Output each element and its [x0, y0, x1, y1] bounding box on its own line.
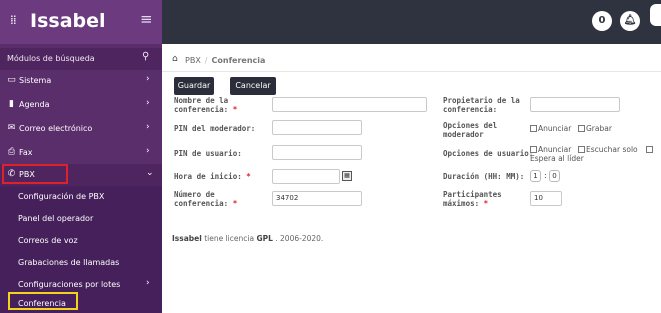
search-icon[interactable]: ⚲ [142, 51, 149, 62]
conferencia-highlight-box [8, 292, 78, 310]
duration-label: Duración (HH: MM): [443, 172, 525, 181]
top-bar: 0 🔔︎ [162, 0, 661, 44]
sidebar-subitem-label: Panel del operador [18, 214, 94, 223]
info-badge-count: 0 [598, 15, 606, 26]
owner-input[interactable] [530, 97, 620, 112]
chevron-down-icon: ⌄ [146, 168, 154, 178]
conf-name-input[interactable] [272, 97, 427, 112]
sidebar-item-label: Fax [19, 148, 33, 157]
max-participants-label: Participantes máximos: * [443, 190, 502, 208]
sidebar-item-label: Correo electrónico [19, 124, 93, 133]
user-icon[interactable] [650, 4, 661, 26]
duration-minutes-input[interactable]: 0 [549, 170, 560, 182]
moderator-record-option[interactable]: Grabar [578, 124, 612, 133]
save-button[interactable]: Guardar [174, 77, 214, 95]
calendar-icon[interactable]: ▦ [342, 171, 352, 181]
brand-name: Issabel [30, 10, 106, 32]
bell-icon[interactable]: 🔔︎ [620, 11, 640, 31]
moderator-announce-option[interactable]: Anunciar [530, 124, 571, 133]
sidebar-subitem-label: Correos de voz [18, 236, 78, 245]
owner-label: Propietario de la conferencia: [443, 96, 520, 114]
checkbox[interactable] [530, 125, 537, 132]
book-icon: ▮ [9, 99, 14, 109]
breadcrumb: ⌂ PBX / Conferencia [162, 50, 661, 72]
menu-icon[interactable]: ≡ [140, 10, 153, 28]
sidebar-item-agenda[interactable]: ▮ Agenda › [0, 94, 162, 116]
user-pin-label: PIN de usuario: [174, 149, 242, 158]
license-footer: Issabel tiene licencia GPL . 2006-2020. [172, 234, 324, 243]
start-time-label: Hora de inicio: * [174, 172, 251, 181]
checkbox[interactable] [646, 146, 654, 153]
chevron-right-icon: › [146, 98, 150, 108]
user-announce-option[interactable]: Anunciar [530, 145, 571, 154]
sidebar-subitem-label: Grabaciones de llamadas [18, 258, 120, 267]
envelope-icon: ✉ [7, 123, 16, 133]
chevron-right-icon: › [146, 146, 150, 156]
printer-icon: ⎙ [7, 147, 16, 157]
conf-number-input[interactable]: 34702 [272, 191, 362, 206]
module-search[interactable]: Módulos de búsqueda ⚲ [0, 48, 162, 70]
footer-license-link[interactable]: GPL [256, 234, 272, 243]
sidebar-subitem-recordings[interactable]: Grabaciones de llamadas [0, 252, 162, 274]
monitor-icon: ▭ [7, 75, 16, 85]
brand-header: ⁞⁞ Issabel ≡ [0, 0, 162, 44]
user-options-label: Opciones de usuario: [443, 149, 534, 158]
sidebar-item-fax[interactable]: ⎙ Fax › [0, 142, 162, 164]
chevron-right-icon: › [146, 122, 150, 132]
moderator-pin-input[interactable] [272, 120, 362, 135]
sidebar-subitem-label: Configuraciones por lotes [18, 280, 121, 289]
sidebar-item-sistema[interactable]: ▭ Sistema › [0, 70, 162, 92]
home-icon[interactable]: ⌂ [172, 54, 178, 64]
user-listen-only-option[interactable]: Escuchar solo [578, 145, 654, 154]
sidebar-item-label: Sistema [19, 76, 52, 85]
breadcrumb-root[interactable]: PBX [185, 56, 201, 65]
sidebar-subitem-config-pbx[interactable]: Configuración de PBX [0, 186, 162, 208]
sidebar-subitem-voicemail[interactable]: Correos de voz [0, 230, 162, 252]
footer-brand: Issabel [172, 234, 202, 243]
sidebar-subitem-operator-panel[interactable]: Panel del operador [0, 208, 162, 230]
user-wait-leader-option: Espera al líder [530, 154, 584, 163]
pbx-highlight-box [2, 164, 68, 184]
moderator-options-label: Opciones del moderador [443, 121, 498, 139]
conf-name-label: Nombre de la conferencia: * [174, 96, 238, 114]
conf-number-label: Número de conferencia: * [174, 190, 238, 208]
checkbox[interactable] [578, 146, 585, 153]
module-search-label: Módulos de búsqueda [7, 54, 95, 63]
max-participants-input[interactable]: 10 [530, 191, 562, 206]
sidebar: ⁞⁞ Issabel ≡ Módulos de búsqueda ⚲ ▭ Sis… [0, 0, 162, 313]
cancel-button[interactable]: Cancelar [230, 77, 276, 95]
sidebar-item-label: Agenda [19, 100, 50, 109]
sidebar-subitem-label: Configuración de PBX [18, 192, 105, 201]
chevron-right-icon: › [146, 74, 150, 84]
chevron-right-icon: › [146, 278, 150, 288]
main-content: ⌂ PBX / Conferencia Guardar Cancelar Nombr… [162, 44, 661, 313]
info-badge-button[interactable]: 0 [592, 11, 612, 31]
moderator-pin-label: PIN del moderador: [174, 124, 256, 133]
user-pin-input[interactable] [272, 145, 362, 160]
start-time-input[interactable] [272, 169, 340, 184]
duration-hours-input[interactable]: 1 [530, 170, 541, 182]
logo-icon: ⁞⁞ [10, 13, 17, 27]
checkbox[interactable] [530, 146, 537, 153]
checkbox[interactable] [578, 125, 585, 132]
sidebar-item-correo[interactable]: ✉ Correo electrónico › [0, 118, 162, 140]
breadcrumb-current: Conferencia [211, 56, 266, 65]
